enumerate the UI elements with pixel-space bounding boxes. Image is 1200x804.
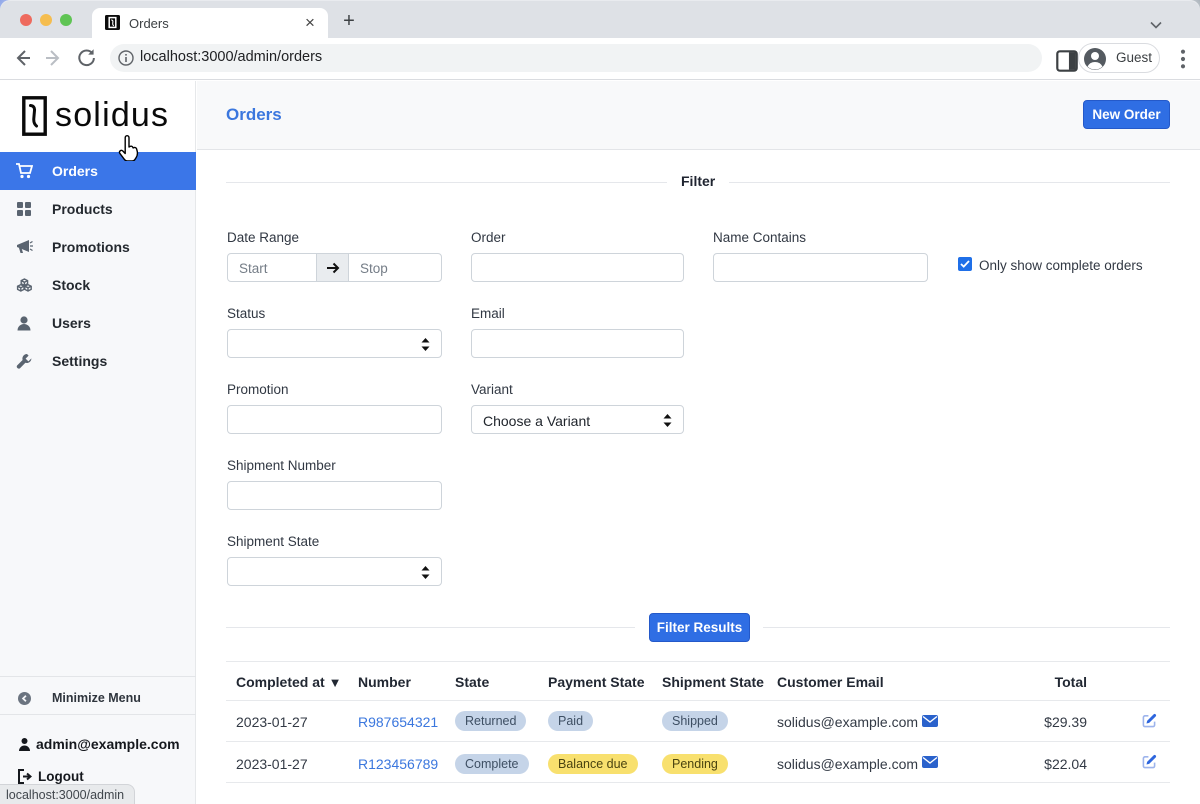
svg-text:solidus: solidus <box>55 96 169 134</box>
